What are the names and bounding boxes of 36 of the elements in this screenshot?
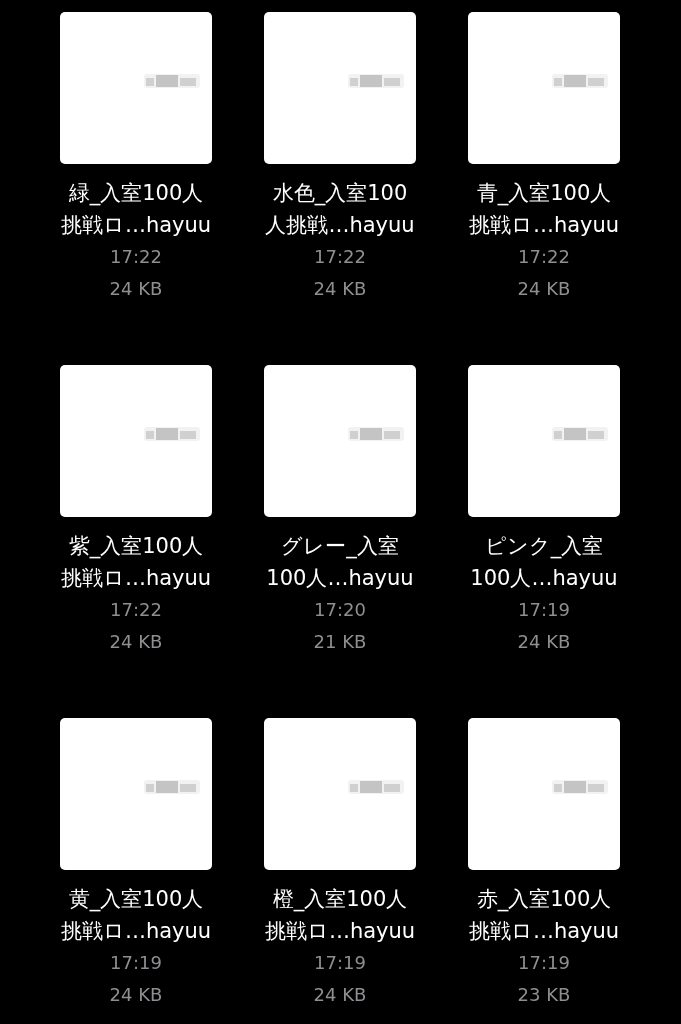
file-size: 24 KB — [517, 630, 571, 654]
file-name: 挑戦ロ…hayuu — [60, 212, 212, 239]
file-name: 挑戦ロ…hayuu — [60, 565, 212, 592]
file-name: 挑戦ロ…hayuu — [60, 918, 212, 945]
file-size: 24 KB — [313, 983, 367, 1007]
file-time: 17:20 — [314, 598, 366, 622]
file-name: 水色_入室100 — [272, 180, 408, 208]
file-size: 24 KB — [109, 983, 163, 1007]
file-time: 17:22 — [110, 245, 162, 269]
file-name: 紫_入室100人 — [68, 533, 204, 561]
file-size: 21 KB — [313, 630, 367, 654]
file-time: 17:22 — [518, 245, 570, 269]
file-name: グレー_入室 — [281, 533, 399, 561]
file-name: 緑_入室100人 — [68, 180, 204, 208]
file-time: 17:22 — [110, 598, 162, 622]
file-name: 100人…hayuu — [470, 565, 618, 592]
file-size: 24 KB — [313, 277, 367, 301]
file-size: 24 KB — [517, 277, 571, 301]
file-name: ピンク_入室 — [484, 533, 604, 561]
file-size: 23 KB — [517, 983, 571, 1007]
file-name: 挑戦ロ…hayuu — [468, 212, 620, 239]
file-name: 橙_入室100人 — [272, 886, 408, 914]
file-name: 青_入室100人 — [476, 180, 612, 208]
file-time: 17:19 — [518, 951, 570, 975]
file-name: 100人…hayuu — [266, 565, 414, 592]
file-name: 人挑戦…hayuu — [265, 212, 415, 239]
file-name: 赤_入室100人 — [476, 886, 612, 914]
file-time: 17:19 — [314, 951, 366, 975]
file-name: 黄_入室100人 — [68, 886, 204, 914]
file-size: 24 KB — [109, 630, 163, 654]
file-name: 挑戦ロ…hayuu — [468, 918, 620, 945]
file-name: 挑戦ロ…hayuu — [264, 918, 416, 945]
file-time: 17:22 — [314, 245, 366, 269]
file-time: 17:19 — [518, 598, 570, 622]
file-time: 17:19 — [110, 951, 162, 975]
file-size: 24 KB — [109, 277, 163, 301]
